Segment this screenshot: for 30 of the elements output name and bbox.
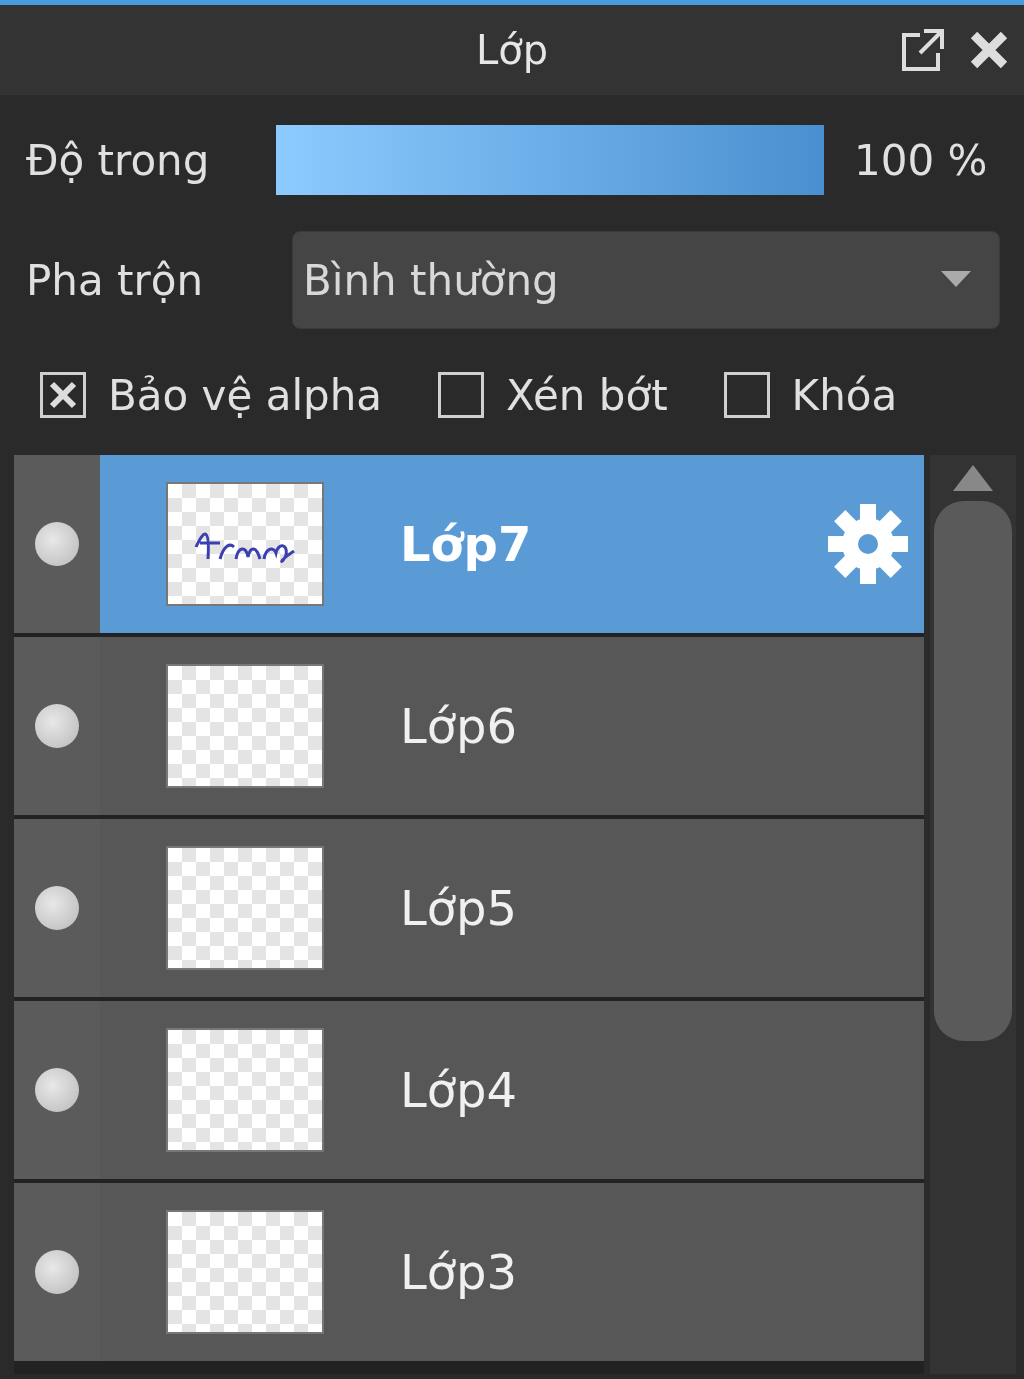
visibility-dot[interactable] [35,1068,79,1112]
gear-icon[interactable] [826,502,910,586]
layer-row[interactable]: Lớp6 [14,637,924,815]
layer-row[interactable]: Lớp3 [14,1183,924,1361]
close-icon[interactable] [968,29,1010,71]
option-checkbox[interactable]: Bảo vệ alpha [40,370,383,420]
layer-name: Lớp3 [400,1244,519,1300]
blend-dropdown[interactable]: Bình thường [292,231,1000,329]
visibility-dot[interactable] [35,886,79,930]
visibility-dot[interactable] [35,522,79,566]
layer-name: Lớp4 [400,1062,519,1118]
option-checkbox[interactable]: Xén bớt [438,370,668,420]
visibility-dot[interactable] [35,704,79,748]
cross-icon [48,380,78,410]
layer-row[interactable]: Lớp4 [14,1001,924,1179]
layer-name: Lớp5 [400,880,519,936]
layer-name: Lớp7 [400,516,533,572]
layer-name: Lớp6 [400,698,519,754]
scroll-up-icon[interactable] [953,463,993,493]
option-checkbox[interactable]: Khóa [723,370,898,420]
undock-icon[interactable] [900,27,946,73]
dropdown-caret-icon [941,271,971,289]
panel-title: Lớp [475,27,549,73]
blend-label: Pha trộn [26,255,205,305]
visibility-dot[interactable] [35,1250,79,1294]
scrollbar[interactable] [930,455,1016,1374]
opacity-label: Độ trong [26,135,211,185]
opacity-value: 100 % [854,135,988,185]
opacity-slider[interactable] [276,125,824,195]
layer-row[interactable]: Lớp5 [14,819,924,997]
